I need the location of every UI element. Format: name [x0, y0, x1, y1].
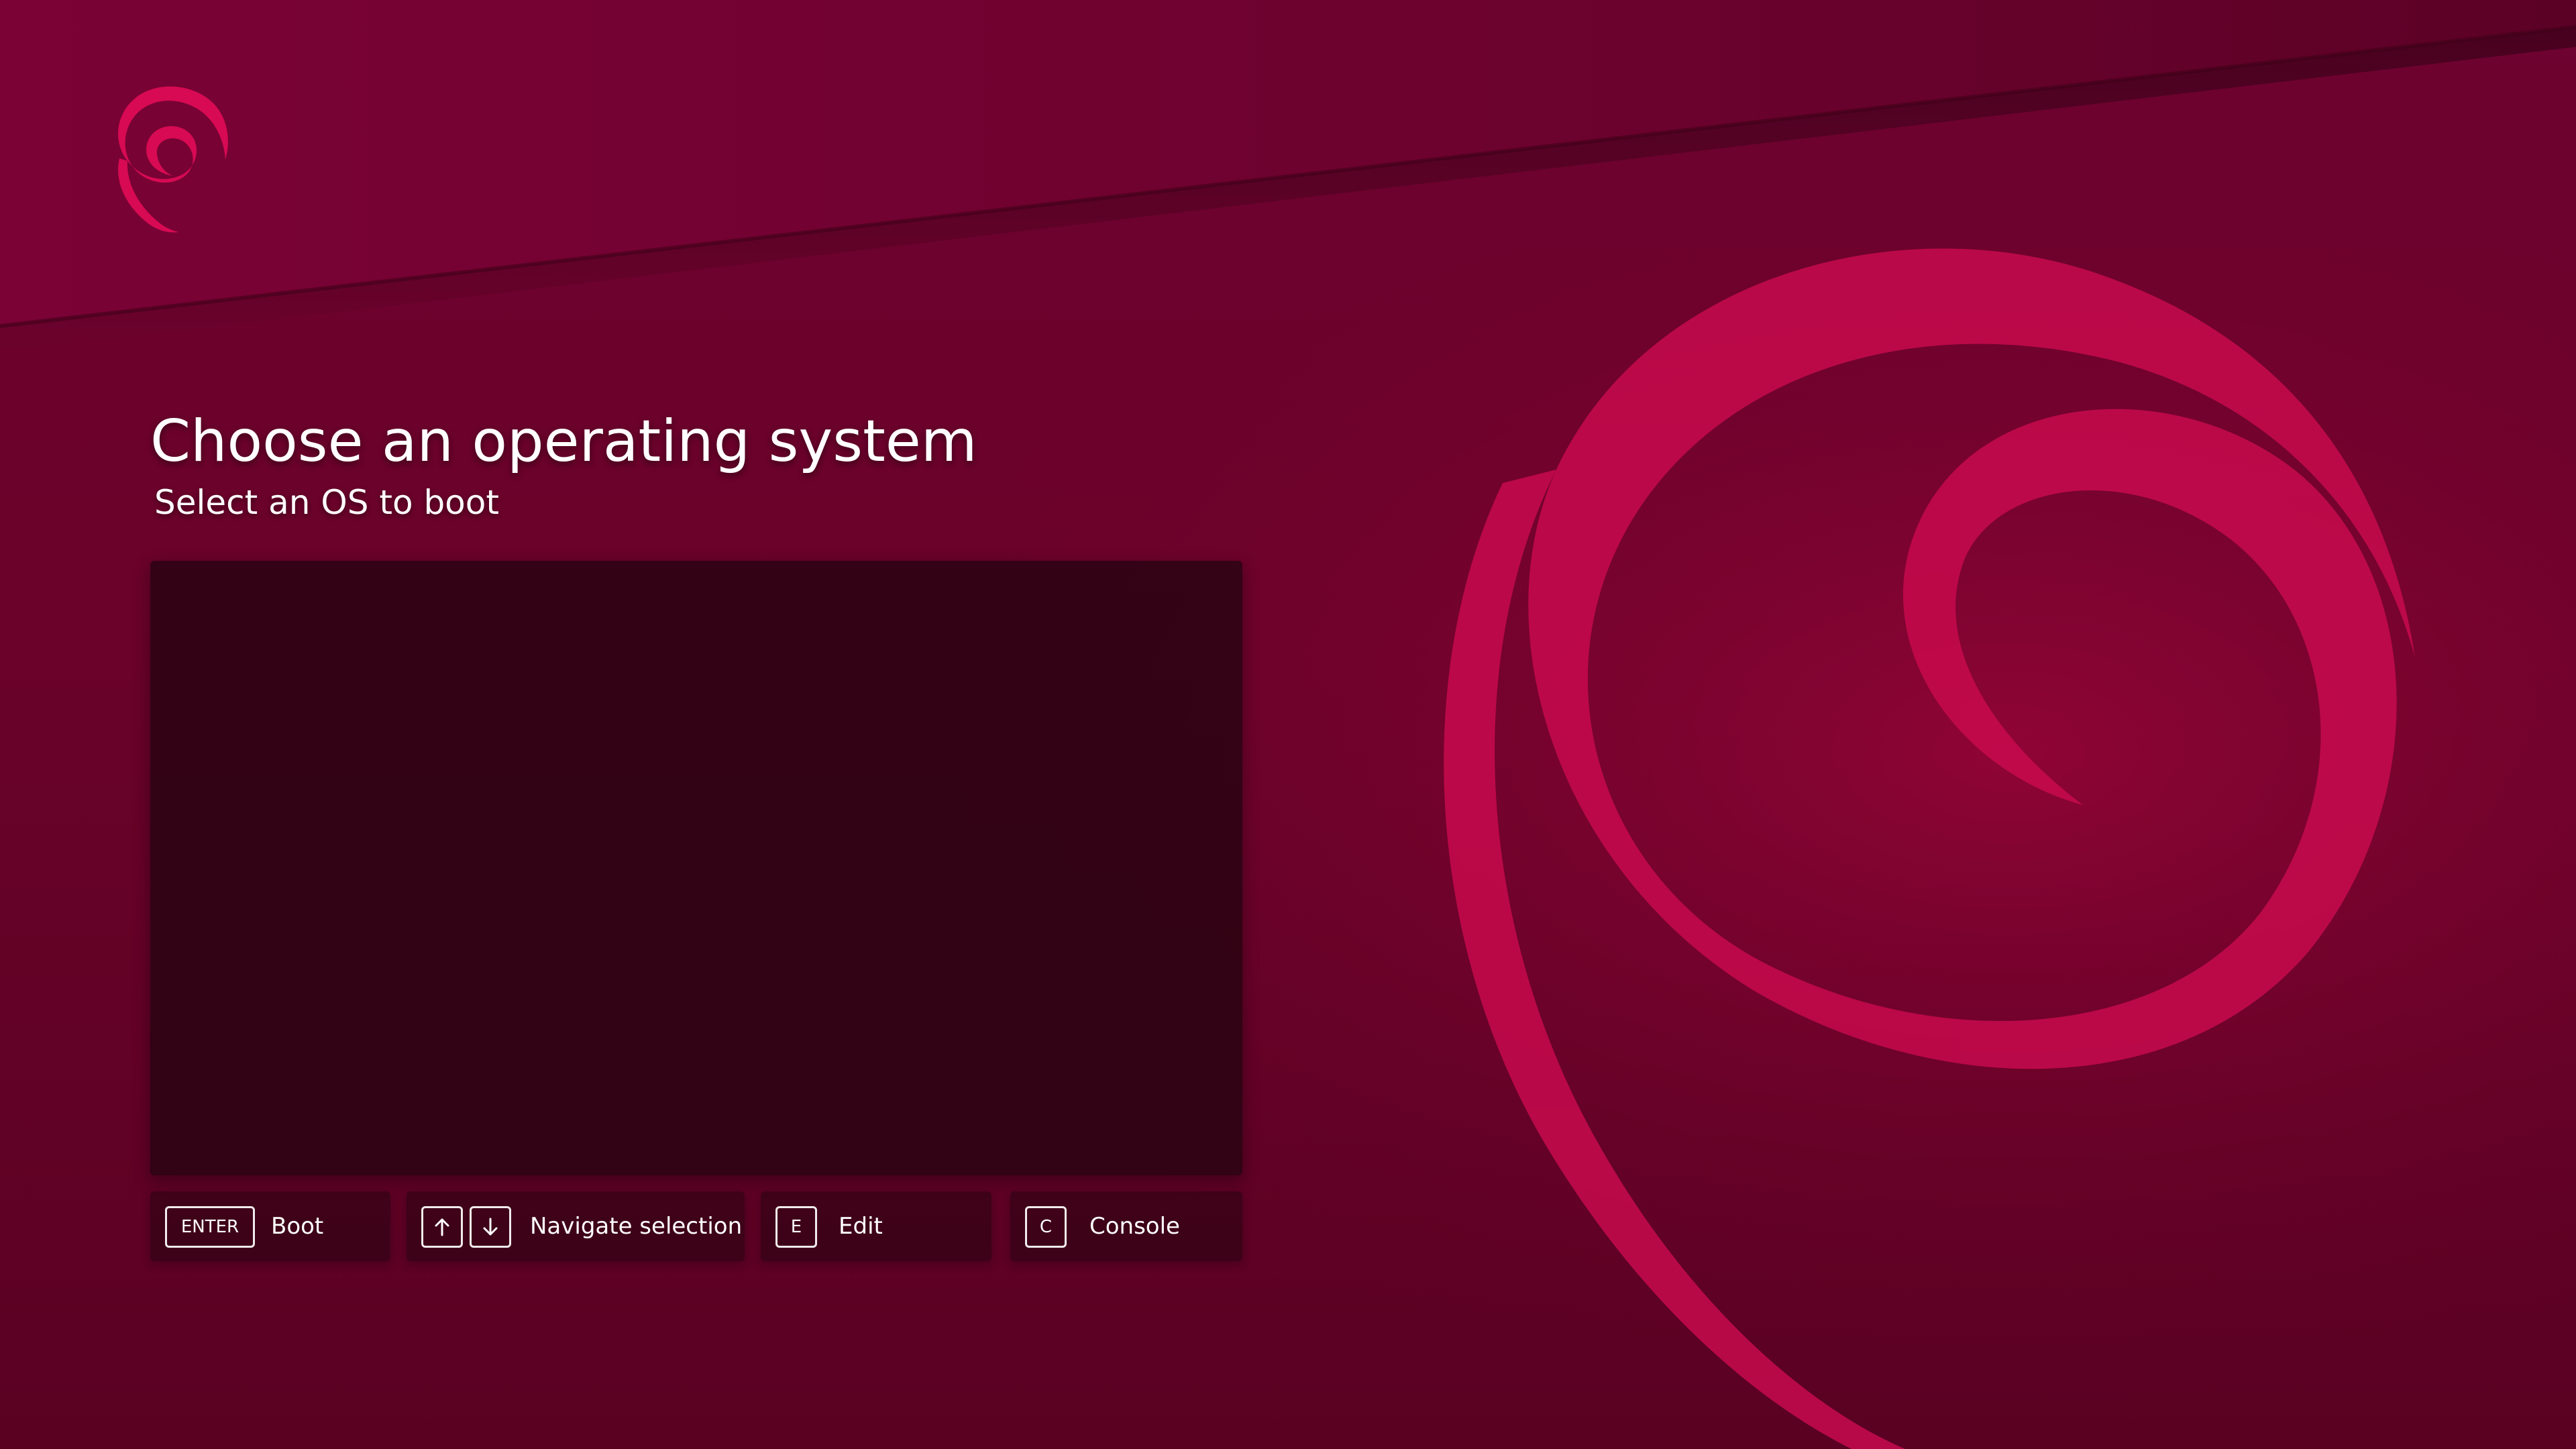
key-c: C [1025, 1206, 1067, 1248]
hint-console[interactable]: C Console [1010, 1191, 1242, 1261]
os-selection-list[interactable] [150, 561, 1242, 1175]
arrow-down-icon [483, 1218, 498, 1236]
arrow-up-icon [435, 1218, 449, 1236]
hint-boot-label: Boot [271, 1213, 324, 1240]
hint-navigate[interactable]: Navigate selection [407, 1191, 745, 1261]
page-title: Choose an operating system [150, 408, 977, 475]
hint-boot[interactable]: ENTER Boot [150, 1191, 390, 1261]
hint-edit-label: Edit [839, 1213, 883, 1240]
debian-logo-icon [118, 86, 228, 233]
hint-edit[interactable]: E Edit [761, 1191, 991, 1261]
boot-menu-screen: Choose an operating system Select an OS … [0, 0, 2576, 1449]
page-subtitle: Select an OS to boot [154, 483, 499, 522]
key-enter: ENTER [165, 1206, 255, 1248]
arrow-up-key [421, 1206, 463, 1248]
arrow-down-key [470, 1206, 511, 1248]
hint-console-label: Console [1089, 1213, 1180, 1240]
key-e: E [775, 1206, 817, 1248]
hint-navigate-label: Navigate selection [530, 1213, 743, 1240]
